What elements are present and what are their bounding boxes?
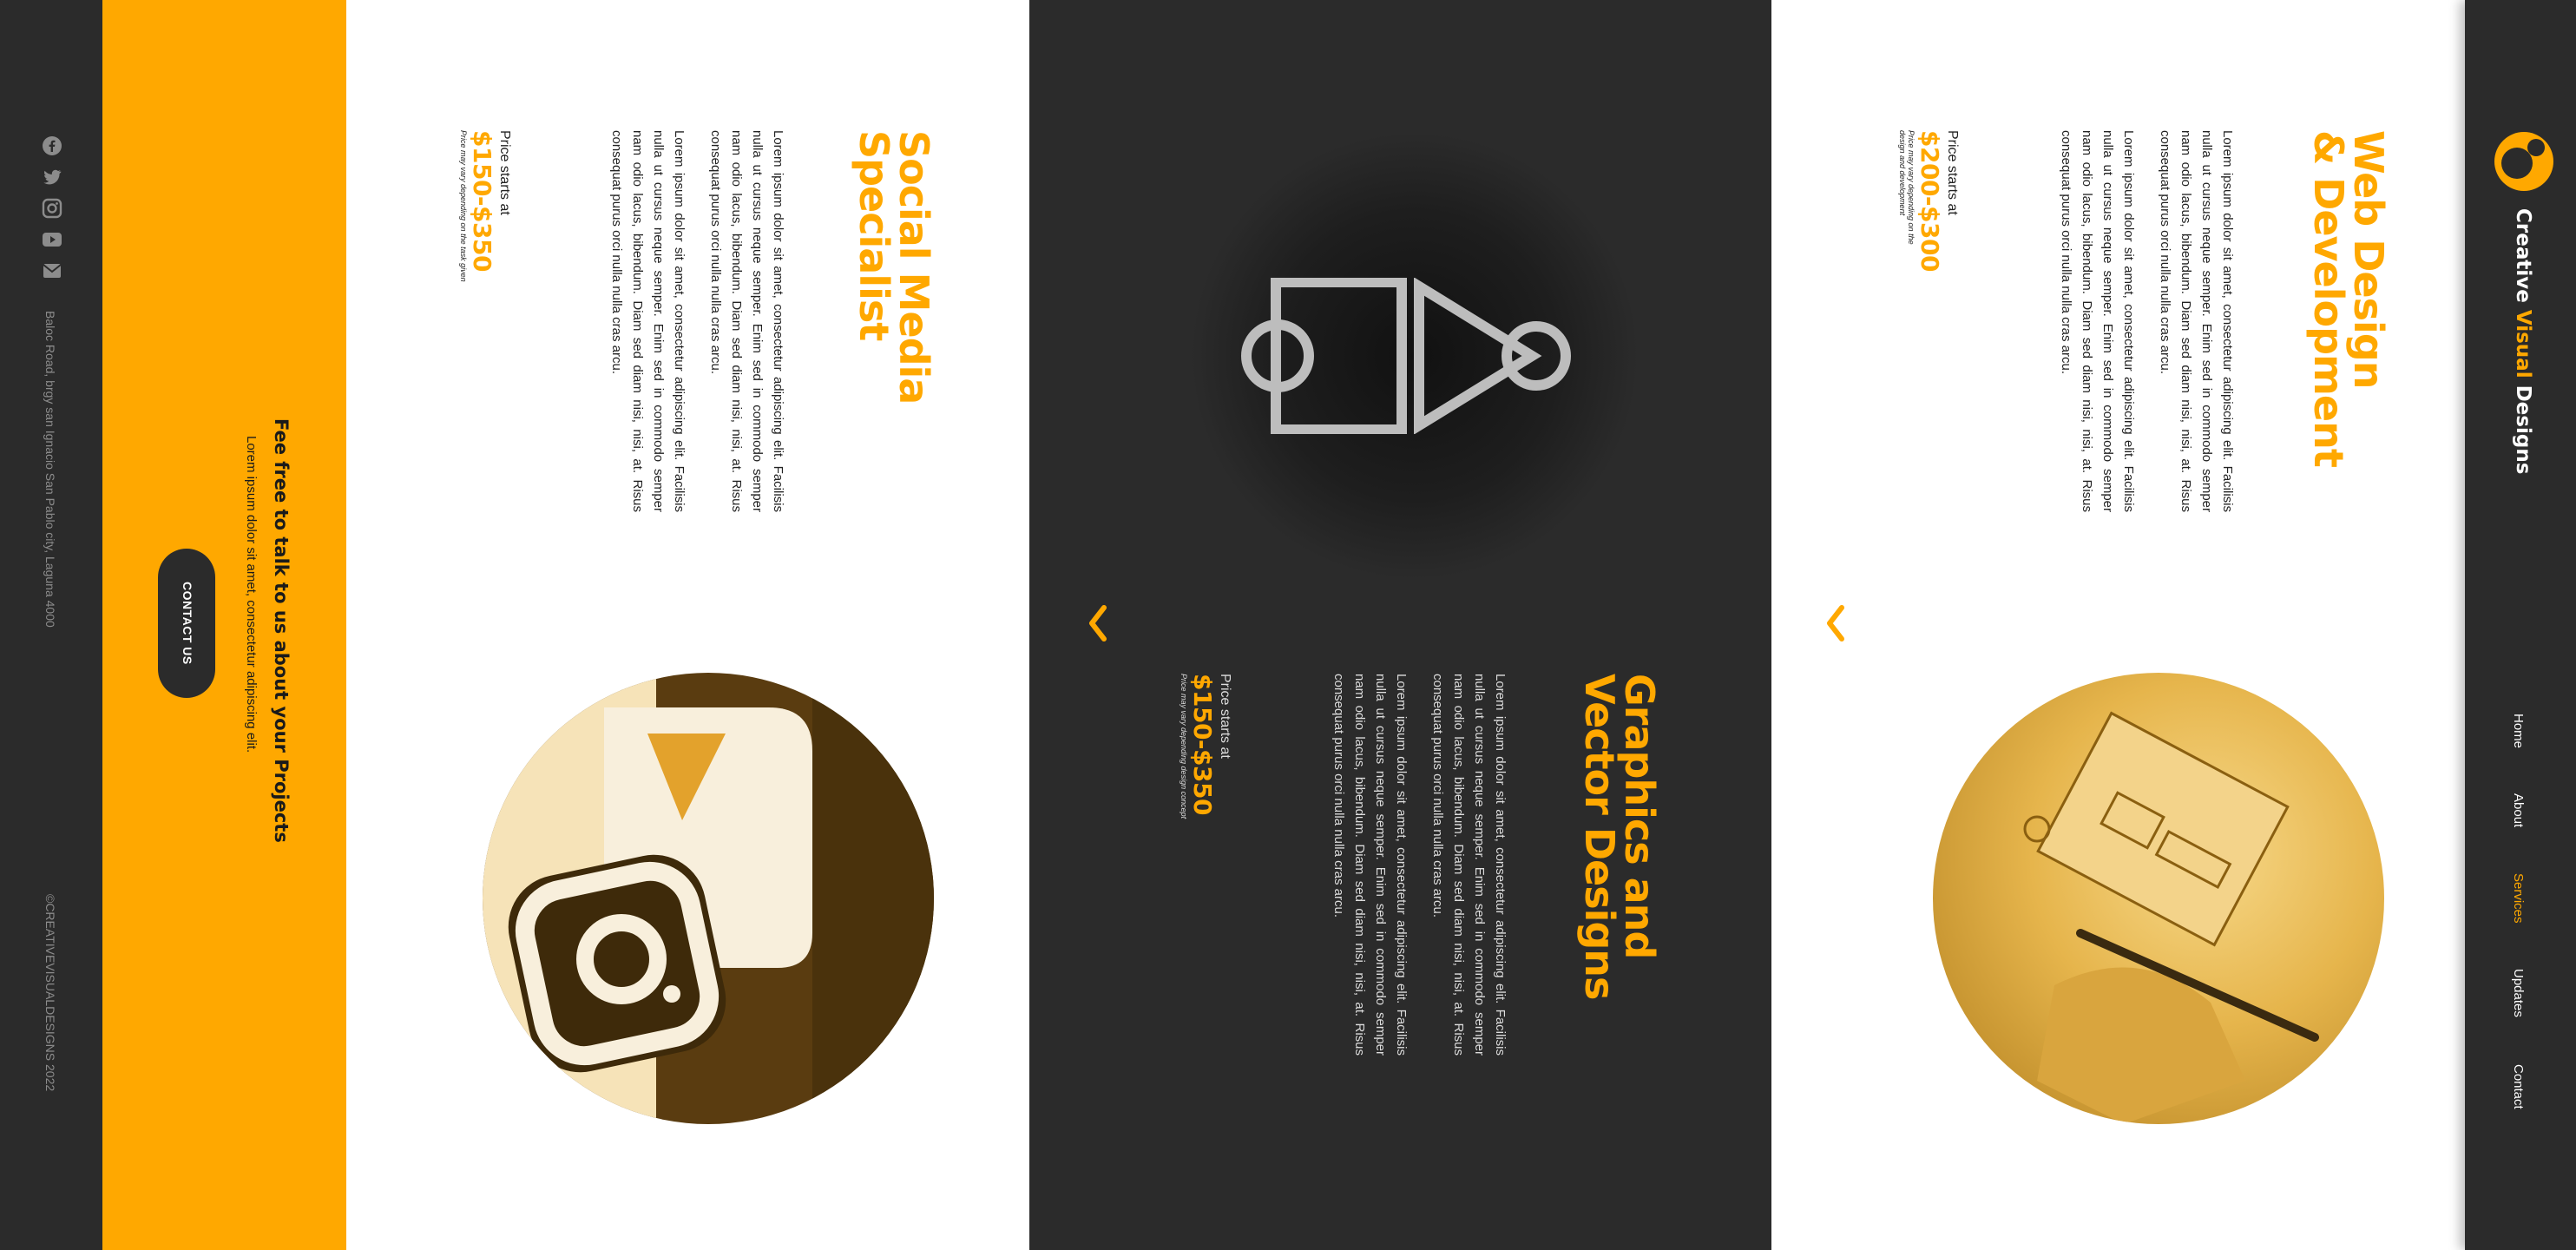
nav-item-about[interactable]: About — [2511, 793, 2526, 827]
social-title-line1: Social Media — [890, 130, 937, 405]
graphics-paragraph-1: Lorem ipsum dolor sit amet, consectetur … — [1430, 674, 1508, 1056]
web-pricing: Price starts at $200-$300 Price may vary… — [1898, 130, 1960, 272]
contact-subtext: Lorem ipsum dolor sit amet, consectetur … — [244, 436, 259, 753]
contact-heading: Fee free to talk to us about your Projec… — [271, 418, 292, 843]
web-paragraph-1: Lorem ipsum dolor sit amet, consectetur … — [2158, 130, 2235, 512]
web-description: Lorem ipsum dolor sit amet, consectetur … — [2040, 130, 2238, 512]
web-prev-arrow-icon[interactable] — [1824, 602, 1847, 644]
web-design-image — [1933, 673, 2384, 1124]
graphics-pricing: Price starts at $150-$350 Price may vary… — [1180, 674, 1232, 819]
graphics-prev-arrow-icon[interactable] — [1087, 602, 1109, 644]
web-price-label: Price starts at — [1945, 130, 1960, 215]
brand-name-part2: Visual — [2512, 309, 2534, 378]
instagram-icon[interactable] — [42, 198, 62, 219]
social-pricing: Price starts at $150-$350 Price may vary… — [459, 130, 512, 282]
graphics-price: $150-$350 — [1188, 674, 1217, 815]
nav-item-services[interactable]: Services — [2511, 873, 2526, 924]
graphics-paragraph-2: Lorem ipsum dolor sit amet, consectetur … — [1331, 674, 1409, 1056]
email-icon[interactable] — [42, 260, 62, 281]
youtube-icon[interactable] — [42, 229, 62, 250]
brand-name[interactable]: Creative Visual Designs — [2512, 208, 2534, 474]
web-title-line1: Web Design — [2345, 130, 2392, 389]
social-paragraph-1: Lorem ipsum dolor sit amet, consectetur … — [708, 130, 785, 512]
vector-logo-icon — [1241, 277, 1580, 435]
nav-item-contact[interactable]: Contact — [2511, 1064, 2526, 1109]
graphics-title-line2: Vector Designs — [1576, 674, 1623, 1000]
graphics-price-label: Price starts at — [1218, 674, 1232, 759]
nav-item-updates[interactable]: Updates — [2511, 969, 2526, 1017]
social-price-label: Price starts at — [497, 130, 512, 215]
social-title-line2: Specialist — [851, 130, 897, 341]
twitter-icon[interactable] — [42, 167, 62, 188]
social-media-image — [483, 673, 934, 1124]
contact-band — [102, 0, 346, 1250]
social-price-note: Price may vary depending on the task giv… — [459, 130, 468, 282]
brand-name-part1: Creative — [2512, 208, 2534, 310]
social-description: Lorem ipsum dolor sit amet, consectetur … — [590, 130, 788, 512]
contact-us-button[interactable]: CONTACT US — [158, 549, 215, 698]
footer-address: Baloc Road, brgy san Ignacio San Pablo c… — [43, 311, 57, 628]
social-paragraph-2: Lorem ipsum dolor sit amet, consectetur … — [609, 130, 687, 512]
web-paragraph-2: Lorem ipsum dolor sit amet, consectetur … — [2059, 130, 2136, 512]
footer-copyright: ©CREATIVEVISUALDESIGNS 2022 — [43, 894, 57, 1092]
graphics-service-title: Graphics and Vector Designs — [1576, 674, 1663, 1000]
web-service-title: Web Design & Development — [2305, 130, 2392, 467]
brand-logo-icon[interactable] — [2491, 128, 2557, 194]
social-price: $150-$350 — [468, 130, 496, 272]
contact-us-button-label: CONTACT US — [181, 582, 194, 665]
web-price: $200-$300 — [1916, 130, 1944, 272]
web-title-line2: & Development — [2305, 130, 2352, 467]
graphics-title-line1: Graphics and — [1616, 674, 1663, 959]
graphics-description: Lorem ipsum dolor sit amet, consectetur … — [1312, 674, 1510, 1056]
facebook-icon[interactable] — [42, 135, 62, 156]
social-service-title: Social Media Specialist — [851, 130, 937, 405]
nav-item-home[interactable]: Home — [2511, 714, 2526, 748]
graphics-price-note: Price may vary depending design concept — [1180, 674, 1188, 819]
web-price-note: Price may vary depending on the design a… — [1898, 130, 1916, 245]
brand-name-part3: Designs — [2512, 378, 2534, 475]
